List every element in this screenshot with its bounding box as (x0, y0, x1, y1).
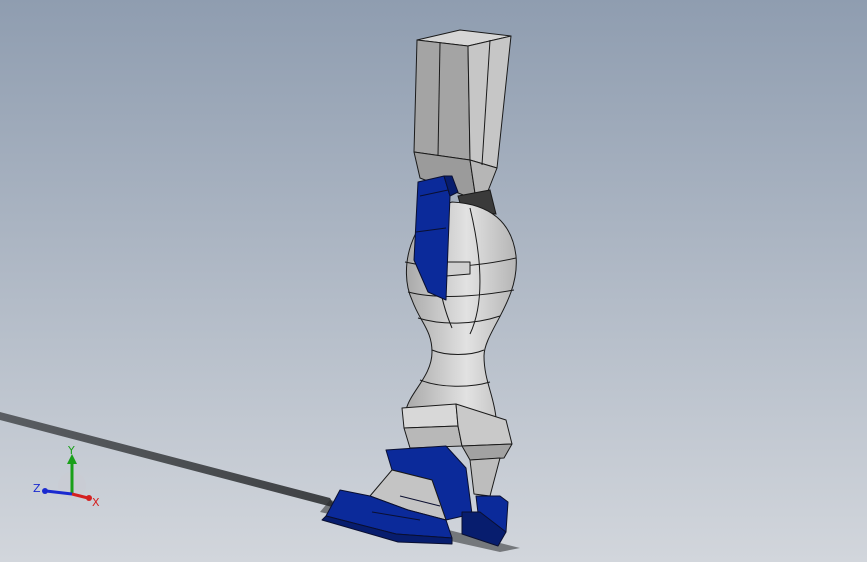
z-axis-tip (42, 488, 48, 494)
graphics-viewport[interactable]: Y X Z (0, 0, 867, 562)
y-axis-label: Y (67, 444, 75, 457)
x-axis-label: X (92, 496, 100, 509)
z-axis-label: Z (33, 482, 41, 495)
model-scene[interactable] (0, 0, 867, 562)
reference-triad[interactable]: Y X Z (28, 440, 108, 520)
